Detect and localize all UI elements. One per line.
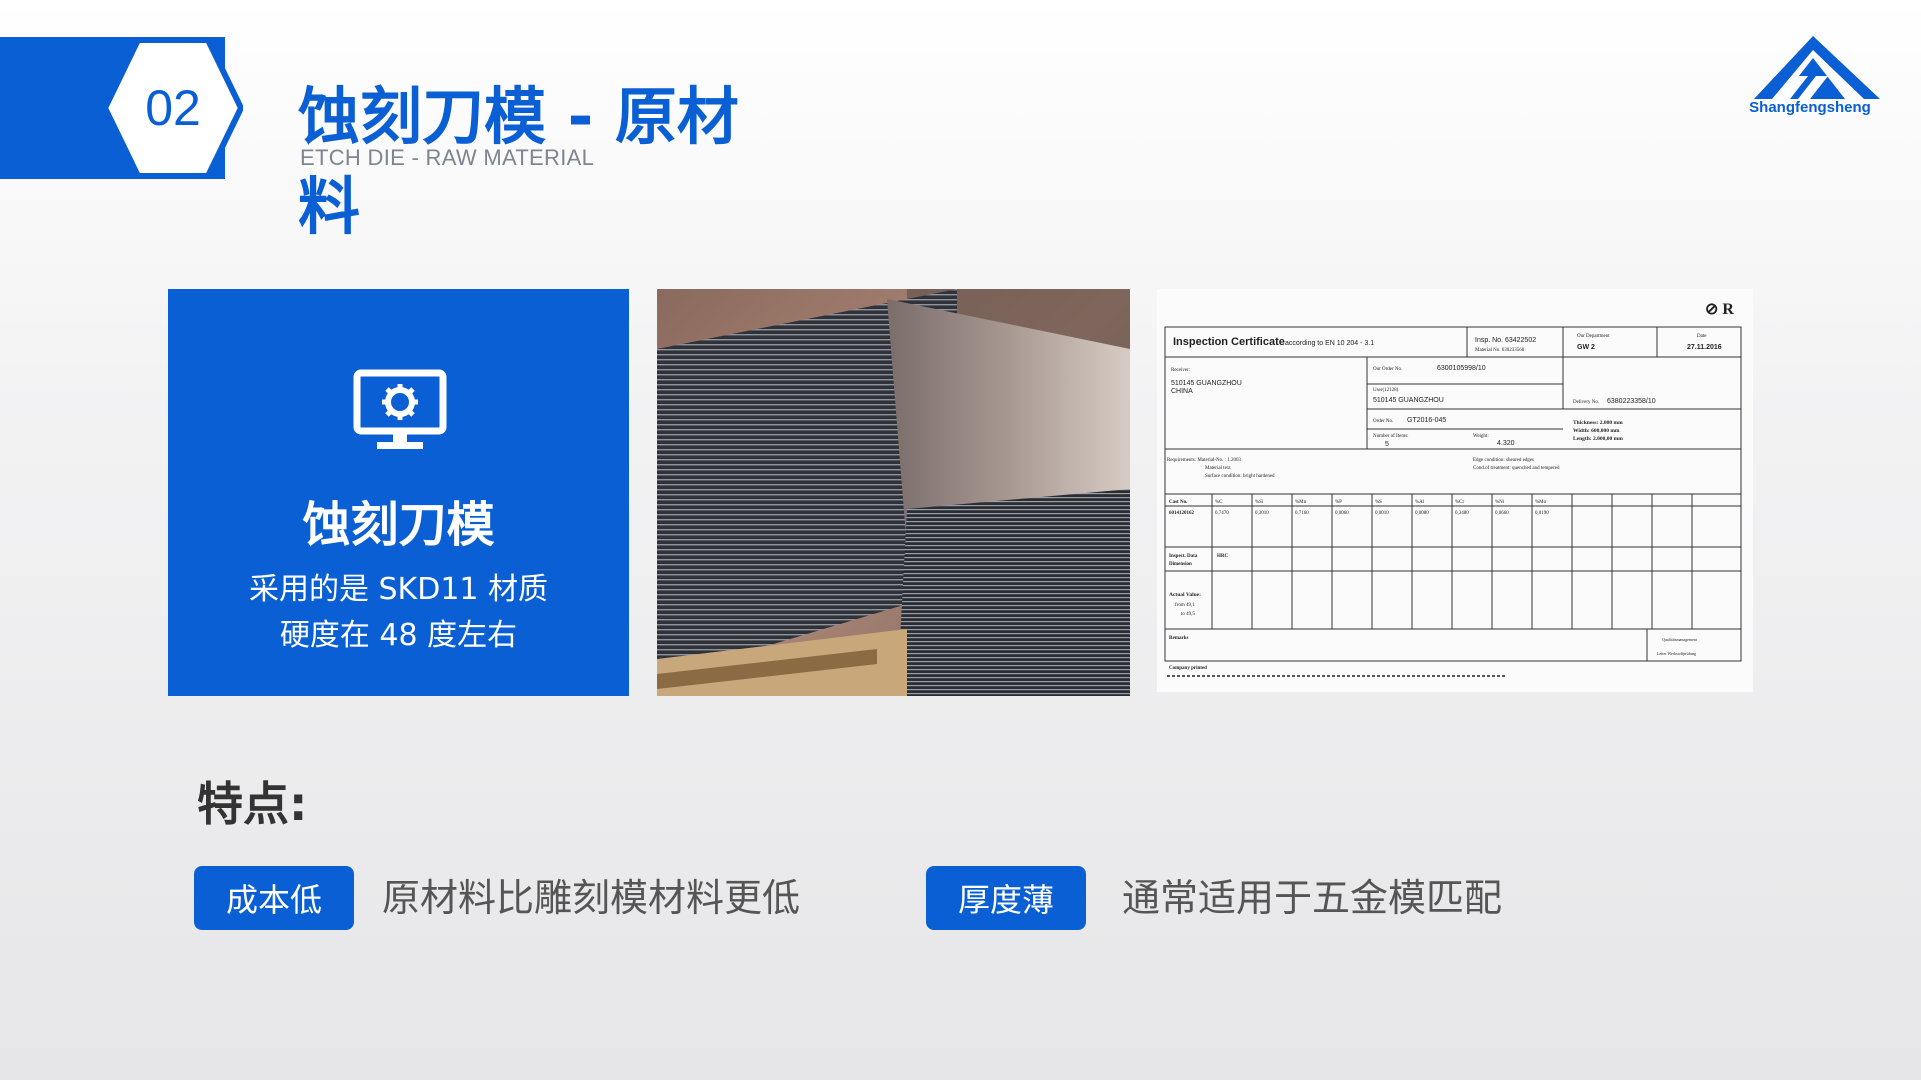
- cert-element-value: 0,3480: [1455, 511, 1469, 516]
- logo-text: Shangfengsheng: [1749, 99, 1871, 116]
- cert-delivery-label: Delivery No.: [1573, 400, 1599, 405]
- page-subtitle: ETCH DIE - RAW MATERIAL: [300, 145, 595, 170]
- cert-user-label: User(12128): [1373, 388, 1399, 393]
- cert-footer: Company printed: [1169, 666, 1207, 671]
- cert-element-value: 0,7470: [1215, 511, 1229, 516]
- cert-delivery: 6380223358/10: [1607, 398, 1656, 405]
- cert-req-3: Surface condition: bright hardened: [1205, 474, 1275, 479]
- cert-cast: 6014120162: [1169, 511, 1195, 516]
- cert-receiver-2: CHINA: [1171, 388, 1193, 395]
- cert-cast-label: Cast No.: [1169, 500, 1188, 505]
- features-heading: 特点:: [197, 777, 308, 831]
- cert-qm-2: Leiter Werkstoffprüfung: [1657, 651, 1696, 656]
- card-description: 采用的是 SKD11 材质 硬度在 48 度左右: [168, 567, 629, 659]
- inspection-certificate-image: ⊘ R Inspection Certificate according to …: [1157, 289, 1753, 692]
- card-title: 蚀刻刀模: [302, 497, 495, 553]
- cert-dimension: Dimension: [1169, 562, 1192, 567]
- cert-receiver-label: Receiver:: [1171, 368, 1190, 373]
- cert-hrc: HRC: [1217, 554, 1229, 559]
- cert-element-value: 0,7160: [1295, 511, 1309, 516]
- cert-to: to 49,5: [1181, 612, 1195, 617]
- monitor-gear-icon: [353, 369, 447, 449]
- cert-edge: Edge condition: sheared edges: [1473, 458, 1534, 463]
- cert-cond: Cond.of treatment: quenched and tempered: [1473, 466, 1560, 471]
- cert-element-value: 0,3010: [1255, 511, 1269, 516]
- card-line-material: 采用的是 SKD11 材质: [248, 572, 549, 607]
- cert-thickness: Thickness: 2.000 mm: [1573, 420, 1623, 426]
- cert-insp-no: Insp. No. 63422502: [1475, 337, 1536, 344]
- cert-element-value: 0,0010: [1375, 511, 1389, 516]
- steel-sheets-photo: [657, 289, 1130, 696]
- cert-weight: 4.320: [1497, 440, 1515, 447]
- cert-qm-1: Qualitätsmanagement: [1662, 637, 1698, 642]
- cert-element-value: 0,0660: [1495, 511, 1509, 516]
- cert-date-label: Date: [1697, 334, 1707, 339]
- cert-items: 5: [1385, 441, 1389, 448]
- cert-element-header: %P: [1335, 500, 1342, 505]
- cert-according: according to EN 10 204 - 3.1: [1285, 340, 1374, 347]
- cert-element-values: 0,7470 0,3010 0,7160 0,0060 0,0010 0,0080 0,34…: [1215, 511, 1549, 516]
- feature-text-cost: 原材料比雕刻模材料更低: [382, 876, 801, 920]
- section-number: 02: [145, 80, 201, 136]
- cert-element-value: 0,0080: [1415, 511, 1429, 516]
- cert-order-label: Order No.: [1373, 419, 1393, 424]
- cert-brand: ⊘ R: [1705, 301, 1734, 318]
- feature-tag-cost: 成本低: [194, 866, 354, 930]
- cert-element-value: 0,0190: [1535, 511, 1549, 516]
- cert-actual-label: Actual Value:: [1169, 592, 1201, 598]
- cert-items-label: Number of Items:: [1373, 434, 1409, 439]
- cert-our-order-label: Our Order No.: [1373, 367, 1402, 372]
- feature-text-thickness: 通常适用于五金模匹配: [1122, 876, 1503, 920]
- cert-inspect-label: Inspect. Data: [1169, 554, 1198, 559]
- info-card: 蚀刻刀模 采用的是 SKD11 材质 硬度在 48 度左右: [168, 289, 629, 696]
- cert-element-header: %Ni: [1495, 500, 1505, 505]
- cert-user: 510145 GUANGZHOU: [1373, 397, 1444, 404]
- cert-order: GT2016-045: [1407, 417, 1446, 424]
- cert-element-header: %Al: [1415, 500, 1425, 505]
- cert-weight-label: Weight:: [1473, 434, 1489, 439]
- cert-element-header: %S: [1375, 500, 1382, 505]
- cert-width: Width: 600,000 mm: [1573, 428, 1620, 434]
- cert-element-header: %Mn: [1295, 500, 1307, 505]
- cert-dept-label: Our Department: [1577, 334, 1610, 339]
- cert-element-header: %Cr: [1455, 500, 1465, 505]
- cert-length: Length: 2.000,00 mm: [1573, 436, 1623, 442]
- cert-remarks: Remarks: [1169, 636, 1188, 641]
- cert-title: Inspection Certificate: [1173, 336, 1285, 348]
- cert-element-header: %Mo: [1535, 500, 1547, 505]
- cert-receiver-1: 510145 GUANGZHOU: [1171, 380, 1242, 387]
- cert-from: from 49,1: [1175, 603, 1195, 608]
- cert-element-value: 0,0060: [1335, 511, 1349, 516]
- cert-element-header: %Si: [1255, 500, 1264, 505]
- cert-element-header: %C: [1215, 500, 1223, 505]
- section-badge: 02: [101, 36, 245, 180]
- cert-req-1: Requirements: Material-No. : 1.2003: [1167, 458, 1242, 463]
- card-line-hardness: 硬度在 48 度左右: [279, 618, 518, 653]
- feature-tag-thickness: 厚度薄: [926, 866, 1086, 930]
- cert-material-no: Material No. 630233568: [1475, 348, 1525, 353]
- cert-req-2: Material text: [1205, 466, 1231, 471]
- cert-our-order: 6300105998/10: [1437, 365, 1486, 372]
- cert-dept: GW 2: [1577, 344, 1595, 351]
- cert-date: 27.11.2016: [1687, 344, 1722, 351]
